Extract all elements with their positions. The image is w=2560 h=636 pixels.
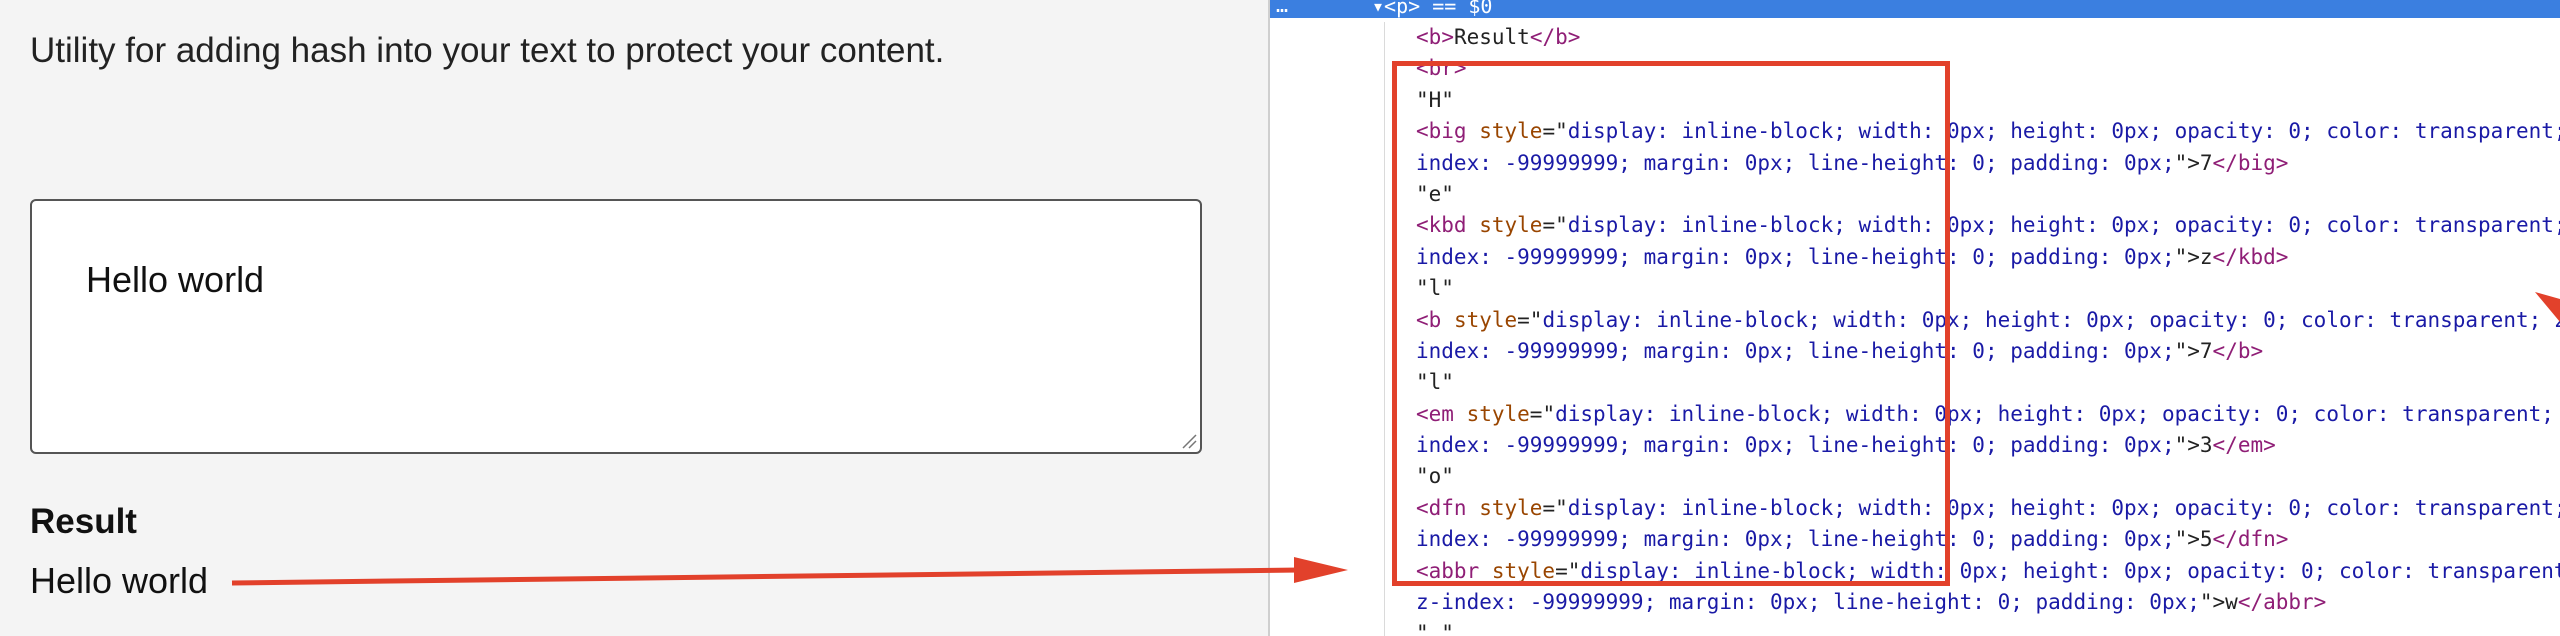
- code-token-txt: Result: [1453, 25, 1530, 49]
- code-token-txt: =": [1555, 558, 1581, 583]
- dom-tree-line[interactable]: "l": [1416, 273, 2560, 304]
- code-token-txt: w: [2225, 590, 2238, 615]
- app-description: Utility for adding hash into your text t…: [30, 31, 945, 70]
- code-token-txt: =": [1542, 495, 1568, 520]
- code-token-txt: "l": [1416, 370, 1454, 395]
- code-token-tag: <kbd: [1416, 213, 1480, 238]
- code-token-tag: <br>: [1416, 56, 1467, 81]
- code-token-txt: z: [2199, 244, 2213, 269]
- code-token-txt: 7: [2199, 338, 2213, 363]
- code-token-tag: </dfn>: [2212, 527, 2289, 552]
- selected-node-row[interactable]: … ▾<p> == $0: [1270, 0, 2560, 18]
- app-pane: Utility for adding hash into your text t…: [0, 0, 1268, 636]
- dom-tree-line[interactable]: <big style="display: inline-block; width…: [1416, 116, 2560, 147]
- code-token-txt: " ": [1416, 621, 1454, 636]
- dom-tree-line[interactable]: "l": [1416, 367, 2560, 398]
- code-token-tag: <em: [1416, 401, 1467, 426]
- dom-tree-line[interactable]: " ": [1416, 618, 2560, 636]
- result-heading: Result: [30, 502, 137, 541]
- dom-tree: <b>Result</b> <br> "H" <big style="display:…: [1416, 22, 2560, 636]
- code-token-txt: "o": [1416, 464, 1454, 489]
- code-token-val: display: inline-block; width: 0px; heigh…: [1555, 401, 2560, 426]
- code-token-attr: style: [1479, 213, 1543, 238]
- code-token-txt: =": [1517, 307, 1543, 332]
- code-token-tag: </big>: [2212, 150, 2289, 175]
- code-token-val: index: -99999999; margin: 0px; line-heig…: [1416, 244, 2175, 269]
- dom-tree-line[interactable]: <br>: [1416, 53, 2560, 84]
- result-text: Hello world: [30, 560, 209, 601]
- dom-tree-line[interactable]: z-index: -99999999; margin: 0px; line-he…: [1416, 587, 2560, 618]
- dom-tree-line[interactable]: index: -99999999; margin: 0px; line-heig…: [1416, 524, 2560, 555]
- code-token-attr: style: [1453, 307, 1518, 332]
- code-token-tag: <dfn: [1416, 495, 1480, 520]
- code-token-tag: b: [1428, 25, 1442, 49]
- dom-tree-line[interactable]: index: -99999999; margin: 0px; line-heig…: [1416, 430, 2560, 461]
- code-token-val: display: inline-block; width: 0px; heigh…: [1567, 213, 2560, 238]
- text-input-value: Hello world: [86, 259, 265, 300]
- devtools-elements-panel: … ▾<p> == $0 <b>Result</b> <br> "H" <big st…: [1270, 0, 2560, 636]
- code-token-txt: 5: [2199, 527, 2213, 552]
- dom-tree-line[interactable]: <b style="display: inline-block; width: …: [1416, 305, 2560, 336]
- code-token-tag: >: [1441, 25, 1454, 49]
- code-token-tag: </kbd>: [2212, 244, 2289, 269]
- code-token-txt: ">: [2174, 150, 2200, 175]
- code-token-txt: 7: [2199, 150, 2213, 175]
- code-token-txt: ">: [2174, 338, 2200, 363]
- code-token-val: display: inline-block; width: 0px; heigh…: [1580, 558, 2560, 583]
- code-token-txt: "e": [1416, 181, 1454, 206]
- dom-tree-line[interactable]: "H": [1416, 85, 2560, 116]
- code-token-txt: =": [1529, 401, 1556, 426]
- code-token-txt: ">: [2174, 527, 2200, 552]
- code-token-tag: </em>: [2212, 433, 2276, 458]
- dom-tree-line[interactable]: index: -99999999; margin: 0px; line-heig…: [1416, 336, 2560, 367]
- code-token-tag: <: [1416, 25, 1429, 49]
- code-token-tag: </abbr>: [2237, 590, 2327, 615]
- code-token-val: display: inline-block; width: 0px; heigh…: [1542, 307, 2560, 332]
- dom-tree-line[interactable]: <em style="display: inline-block; width:…: [1416, 399, 2560, 430]
- code-token-tag: <b: [1416, 307, 1454, 332]
- text-input-area[interactable]: Hello world: [30, 199, 1202, 454]
- code-token-attr: style: [1466, 401, 1530, 426]
- code-token-txt: ">: [2174, 433, 2200, 458]
- dom-tree-line[interactable]: index: -99999999; margin: 0px; line-heig…: [1416, 148, 2560, 179]
- code-token-txt: =": [1542, 213, 1568, 238]
- code-token-tag: </b>: [1529, 25, 1581, 49]
- code-token-txt: "H": [1416, 87, 1454, 112]
- code-token-tag: <abbr: [1416, 558, 1492, 583]
- code-token-tag: <big: [1416, 119, 1480, 144]
- code-token-txt: ">: [2199, 590, 2226, 615]
- dom-tree-line[interactable]: "o": [1416, 461, 2560, 492]
- dom-tree-line[interactable]: <kbd style="display: inline-block; width…: [1416, 210, 2560, 241]
- code-token-val: index: -99999999; margin: 0px; line-heig…: [1416, 433, 2175, 458]
- code-token-val: display: inline-block; width: 0px; heigh…: [1567, 119, 2560, 144]
- code-token-val: index: -99999999; margin: 0px; line-heig…: [1416, 150, 2175, 175]
- code-token-txt: =": [1542, 119, 1568, 144]
- code-token-val: index: -99999999; margin: 0px; line-heig…: [1416, 338, 2175, 363]
- tree-indent-guide: [1384, 22, 1385, 636]
- resize-grip-icon[interactable]: [1179, 431, 1197, 449]
- code-token-attr: style: [1479, 119, 1543, 144]
- code-token-val: display: inline-block; width: 0px; heigh…: [1567, 495, 2560, 520]
- dom-tree-line[interactable]: <abbr style="display: inline-block; widt…: [1416, 556, 2560, 587]
- code-token-txt: ">: [2174, 244, 2200, 269]
- dom-tree-line[interactable]: <dfn style="display: inline-block; width…: [1416, 493, 2560, 524]
- code-token-txt: "l": [1416, 276, 1454, 301]
- code-token-val: z-index: -99999999; margin: 0px; line-he…: [1416, 590, 2200, 615]
- dom-tree-line[interactable]: index: -99999999; margin: 0px; line-heig…: [1416, 242, 2560, 273]
- code-token-tag: </b>: [2212, 338, 2264, 363]
- code-token-txt: 3: [2199, 433, 2213, 458]
- code-token-val: index: -99999999; margin: 0px; line-heig…: [1416, 527, 2175, 552]
- code-token-attr: style: [1479, 495, 1543, 520]
- code-token-attr: style: [1491, 558, 1556, 583]
- more-icon[interactable]: …: [1276, 0, 1288, 15]
- dom-tree-line[interactable]: <b>Result</b>: [1416, 22, 2560, 53]
- dom-tree-line[interactable]: "e": [1416, 179, 2560, 210]
- selected-node-label: ▾<p> == $0: [1372, 0, 1493, 18]
